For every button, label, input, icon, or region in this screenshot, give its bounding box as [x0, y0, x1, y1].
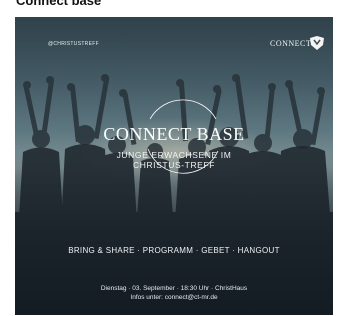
event-date-location: Dienstag · 03. September · 18:30 Uhr · C…: [100, 285, 248, 292]
event-poster: @CHRISTUSTREFF CONNECT CONNECT BASE JUNG…: [15, 17, 333, 315]
page-title: Connect base: [16, 0, 102, 8]
event-program-tags: BRING & SHARE · PROGRAMM · GEBET · HANGO…: [68, 246, 280, 255]
connect-wordmark: CONNECT: [270, 39, 312, 48]
social-handle: @CHRISTUSTREFF: [48, 41, 99, 47]
event-title: CONNECT BASE: [103, 124, 245, 144]
event-subtitle-line2: CHRISTUS-TREFF: [132, 160, 216, 170]
event-contact: Infos unter: connect@ct-mr.de: [130, 294, 218, 301]
event-subtitle-line1: JUNGE ERWACHSENE IM: [116, 150, 232, 160]
christus-treff-logo-icon: [310, 36, 324, 50]
